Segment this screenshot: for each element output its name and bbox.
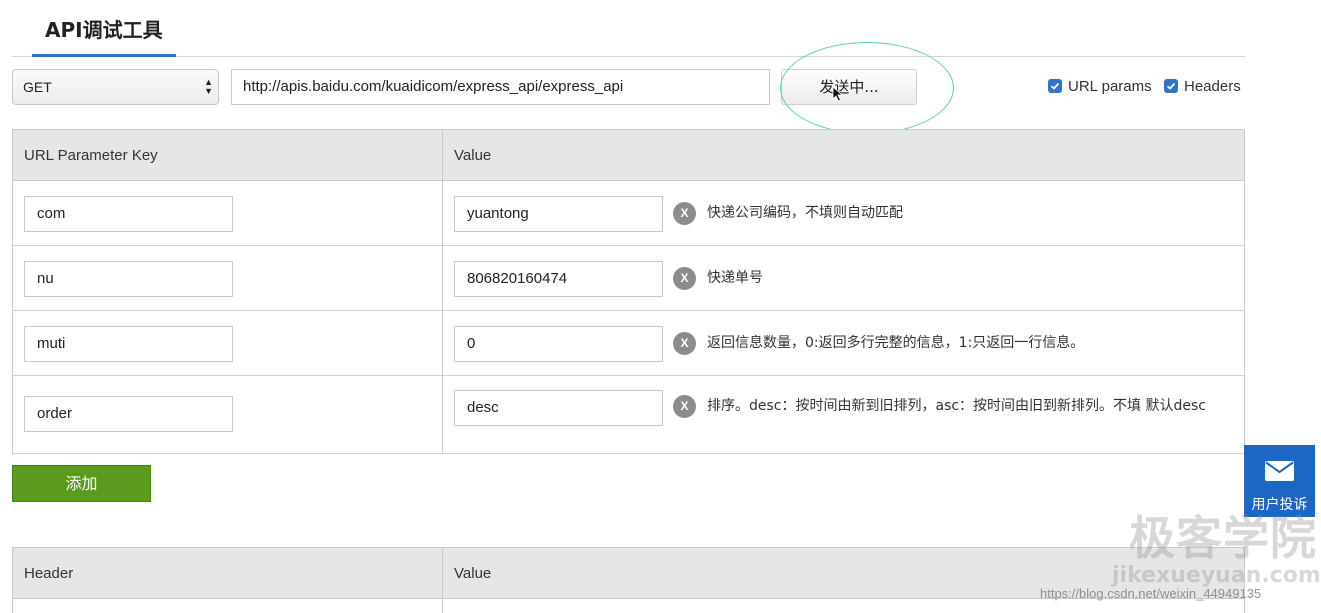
param-description: 快递公司编码，不填则自动匹配 (707, 205, 903, 221)
value-column-header: Value (454, 147, 492, 164)
param-value-input[interactable]: 0 (454, 326, 663, 362)
clear-icon[interactable]: X (673, 332, 696, 355)
table-row: nu 806820160474 X 快递单号 (13, 246, 1244, 311)
watermark-title: 极客学院 (1129, 511, 1317, 565)
param-key-input[interactable]: com (24, 196, 233, 232)
tab-bar: API调试工具 (12, 0, 1245, 57)
key-column-header: URL Parameter Key (24, 147, 158, 164)
param-value-input[interactable]: desc (454, 390, 663, 426)
tab-label: API调试工具 (45, 18, 163, 42)
url-params-label: URL params (1068, 77, 1152, 95)
table-row: com yuantong X 快递公司编码，不填则自动匹配 (13, 181, 1244, 246)
watermark-logo: 极客学院 jikexueyuan.com (1112, 511, 1321, 588)
checkbox-checked-icon (1048, 79, 1062, 93)
column-divider (442, 548, 443, 613)
table-row: muti 0 X 返回信息数量，0:返回多行完整的信息，1:只返回一行信息。 (13, 311, 1244, 376)
headers-label: Headers (1184, 77, 1241, 95)
param-value-input[interactable]: 806820160474 (454, 261, 663, 297)
highlight-circle (780, 42, 954, 134)
headers-checkbox[interactable]: Headers (1164, 77, 1241, 95)
headers-table: Header Value (12, 547, 1245, 613)
header-key-column-header: Header (24, 565, 74, 582)
param-description: 返回信息数量，0:返回多行完整的信息，1:只返回一行信息。 (707, 335, 1085, 351)
clear-icon[interactable]: X (673, 202, 696, 225)
method-value: GET (23, 79, 52, 95)
url-input[interactable]: http://apis.baidu.com/kuaidicom/express_… (231, 69, 770, 105)
param-description: 排序。desc：按时间由新到旧排列，asc：按时间由旧到新排列。不填 默认des… (707, 398, 1207, 414)
clear-icon[interactable]: X (673, 395, 696, 418)
param-key-input[interactable]: muti (24, 326, 233, 362)
url-params-checkbox[interactable]: URL params (1048, 77, 1152, 95)
url-params-table: URL Parameter Key Value com yuantong X 快… (12, 129, 1245, 454)
tab-api-debug-tool[interactable]: API调试工具 (32, 0, 176, 57)
mail-icon (1265, 461, 1294, 481)
param-description: 快递单号 (707, 270, 763, 286)
param-key-input[interactable]: order (24, 396, 233, 432)
checkbox-checked-icon (1164, 79, 1178, 93)
select-arrows-icon: ▲ ▼ (204, 77, 213, 96)
table-header: URL Parameter Key Value (13, 130, 1244, 181)
feedback-button[interactable]: 用户投诉 (1244, 445, 1315, 517)
param-key-input[interactable]: nu (24, 261, 233, 297)
csdn-watermark: https://blog.csdn.net/weixin_44949135 (1040, 586, 1262, 601)
add-button[interactable]: 添加 (12, 465, 151, 502)
watermark-domain: jikexueyuan.com (1112, 563, 1321, 588)
column-divider (442, 130, 443, 453)
clear-icon[interactable]: X (673, 267, 696, 290)
header-value-column-header: Value (454, 565, 492, 582)
table-row: order desc X 排序。desc：按时间由新到旧排列，asc：按时间由旧… (13, 376, 1244, 454)
method-select[interactable]: GET ▲ ▼ (12, 69, 219, 105)
param-value-input[interactable]: yuantong (454, 196, 663, 232)
